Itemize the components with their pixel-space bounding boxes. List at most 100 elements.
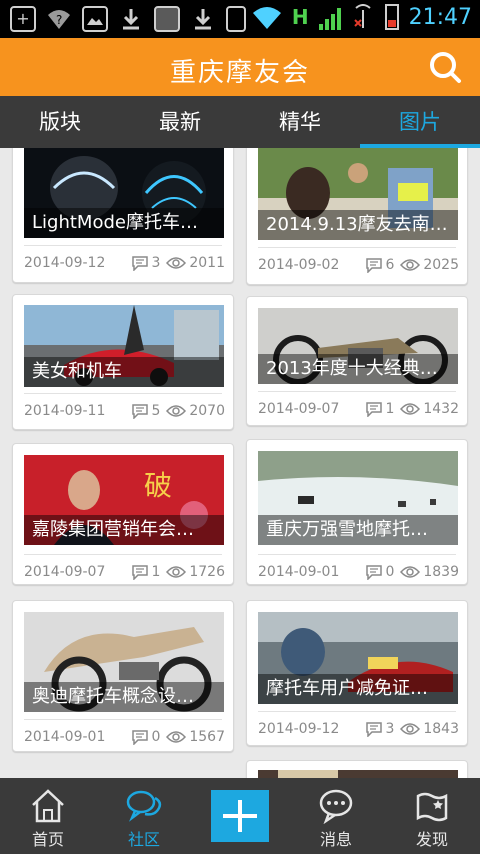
post-card[interactable]: 奥迪摩托车概念设… 2014-09-01 0 1567 [12, 600, 234, 752]
community-icon [126, 790, 162, 822]
post-title: 美女和机车 [24, 357, 224, 387]
post-card[interactable] [246, 760, 468, 778]
eye-icon [400, 566, 421, 578]
home-icon [32, 789, 64, 823]
post-date: 2014-09-01 [258, 564, 340, 580]
app-header: 重庆摩友会 [0, 38, 480, 96]
post-title: 2014.9.13摩友去南… [258, 210, 458, 240]
eye-icon [166, 731, 187, 743]
post-card[interactable]: 美女和机车 2014-09-11 5 2070 [12, 294, 234, 430]
view-count: 1432 [400, 401, 459, 417]
post-card[interactable]: 2013年度十大经典… 2014-09-07 1 1432 [246, 296, 468, 426]
comment-icon [132, 564, 149, 580]
clock: 21:47 [408, 4, 472, 30]
eye-icon [400, 259, 421, 271]
comment-icon [366, 721, 383, 737]
message-icon [319, 789, 353, 824]
view-count: 2070 [166, 403, 225, 419]
post-thumbnail: 奥迪摩托车概念设… [24, 612, 224, 712]
post-date: 2014-09-07 [24, 564, 106, 580]
signal-icon [318, 4, 341, 30]
image-notification-icon [82, 6, 108, 32]
view-count: 1726 [166, 564, 225, 580]
search-icon[interactable] [428, 50, 462, 84]
wifi-question-icon: ? [46, 6, 72, 32]
tab-forums[interactable]: 版块 [0, 96, 120, 148]
comment-count: 0 [366, 564, 394, 580]
post-thumbnail [258, 770, 458, 778]
nav-community[interactable]: 社区 [96, 778, 192, 854]
nav-messages[interactable]: 消息 [288, 778, 384, 854]
bottom-nav: 首页 社区 消息 发现 [0, 778, 480, 854]
post-title: 2013年度十大经典… [258, 354, 458, 384]
comment-icon [132, 255, 149, 271]
tab-pictures[interactable]: 图片 [360, 96, 480, 148]
nav-discover[interactable]: 发现 [384, 778, 480, 854]
post-thumbnail: 摩托车用户减免证… [258, 612, 458, 704]
post-card[interactable]: 2014.9.13摩友去南… 2014-09-02 6 2025 [246, 148, 468, 285]
post-title: 摩托车用户减免证… [258, 674, 458, 704]
post-title: 嘉陵集团营销年会… [24, 515, 224, 545]
tab-latest[interactable]: 最新 [120, 96, 240, 148]
eye-icon [166, 257, 187, 269]
comment-icon [366, 564, 383, 580]
post-title: LightMode摩托车… [24, 208, 224, 238]
nav-post[interactable] [192, 778, 288, 854]
post-date: 2014-09-01 [24, 729, 106, 745]
post-card[interactable]: 重庆万强雪地摩托… 2014-09-01 0 1839 [246, 439, 468, 585]
comment-icon [366, 257, 383, 273]
nav-discover-label: 发现 [415, 830, 448, 849]
network-type-icon: H [291, 5, 309, 29]
post-thumbnail: 破 嘉陵集团营销年会… [24, 455, 224, 545]
comment-count: 0 [132, 729, 160, 745]
post-thumbnail: 2013年度十大经典… [258, 308, 458, 384]
comment-count: 1 [366, 401, 394, 417]
post-thumbnail: LightMode摩托车… [24, 148, 224, 238]
post-card[interactable]: 破 嘉陵集团营销年会… 2014-09-07 1 1726 [12, 443, 234, 585]
comment-icon [132, 729, 149, 745]
download-icon [118, 6, 144, 32]
wifi-icon [252, 7, 281, 29]
svg-text:破: 破 [144, 469, 172, 502]
eye-icon [400, 403, 421, 415]
view-count: 2025 [400, 257, 459, 273]
eye-icon [166, 405, 187, 417]
page-title: 重庆摩友会 [169, 58, 310, 88]
plus-icon[interactable] [211, 790, 269, 842]
post-date: 2014-09-02 [258, 257, 340, 273]
comment-count: 1 [132, 564, 160, 580]
add-notification-icon: + [10, 6, 36, 32]
nav-community-label: 社区 [127, 830, 160, 849]
post-title: 奥迪摩托车概念设… [24, 682, 224, 712]
comment-icon [366, 401, 383, 417]
nav-home[interactable]: 首页 [0, 778, 96, 854]
nav-home-label: 首页 [31, 830, 64, 849]
view-count: 1567 [166, 729, 225, 745]
battery-icon [384, 4, 399, 30]
picture-feed[interactable]: LightMode摩托车… 2014-09-12 3 2011 2014.9.1… [0, 148, 480, 778]
post-thumbnail: 2014.9.13摩友去南… [258, 148, 458, 240]
comment-icon [132, 403, 149, 419]
post-date: 2014-09-12 [258, 721, 340, 737]
nav-messages-label: 消息 [319, 830, 352, 849]
antenna-icon [353, 4, 371, 28]
post-card[interactable]: 摩托车用户减免证… 2014-09-12 3 1843 [246, 600, 468, 746]
comment-count: 5 [132, 403, 160, 419]
post-thumbnail: 重庆万强雪地摩托… [258, 451, 458, 545]
app-notification-icon [154, 6, 180, 32]
status-bar: + ? H 21:47 [0, 0, 480, 38]
post-thumbnail: 美女和机车 [24, 305, 224, 387]
discover-icon [416, 792, 448, 822]
comment-count: 3 [132, 255, 160, 271]
view-count: 1843 [400, 721, 459, 737]
tab-featured[interactable]: 精华 [240, 96, 360, 148]
eye-icon [400, 723, 421, 735]
tab-bar: 版块 最新 精华 图片 [0, 96, 480, 148]
post-date: 2014-09-11 [24, 403, 106, 419]
post-title: 重庆万强雪地摩托… [258, 515, 458, 545]
view-count: 1839 [400, 564, 459, 580]
download-icon-2 [190, 6, 216, 32]
post-card[interactable]: LightMode摩托车… 2014-09-12 3 2011 [12, 148, 234, 283]
comment-count: 6 [366, 257, 394, 273]
post-date: 2014-09-07 [258, 401, 340, 417]
